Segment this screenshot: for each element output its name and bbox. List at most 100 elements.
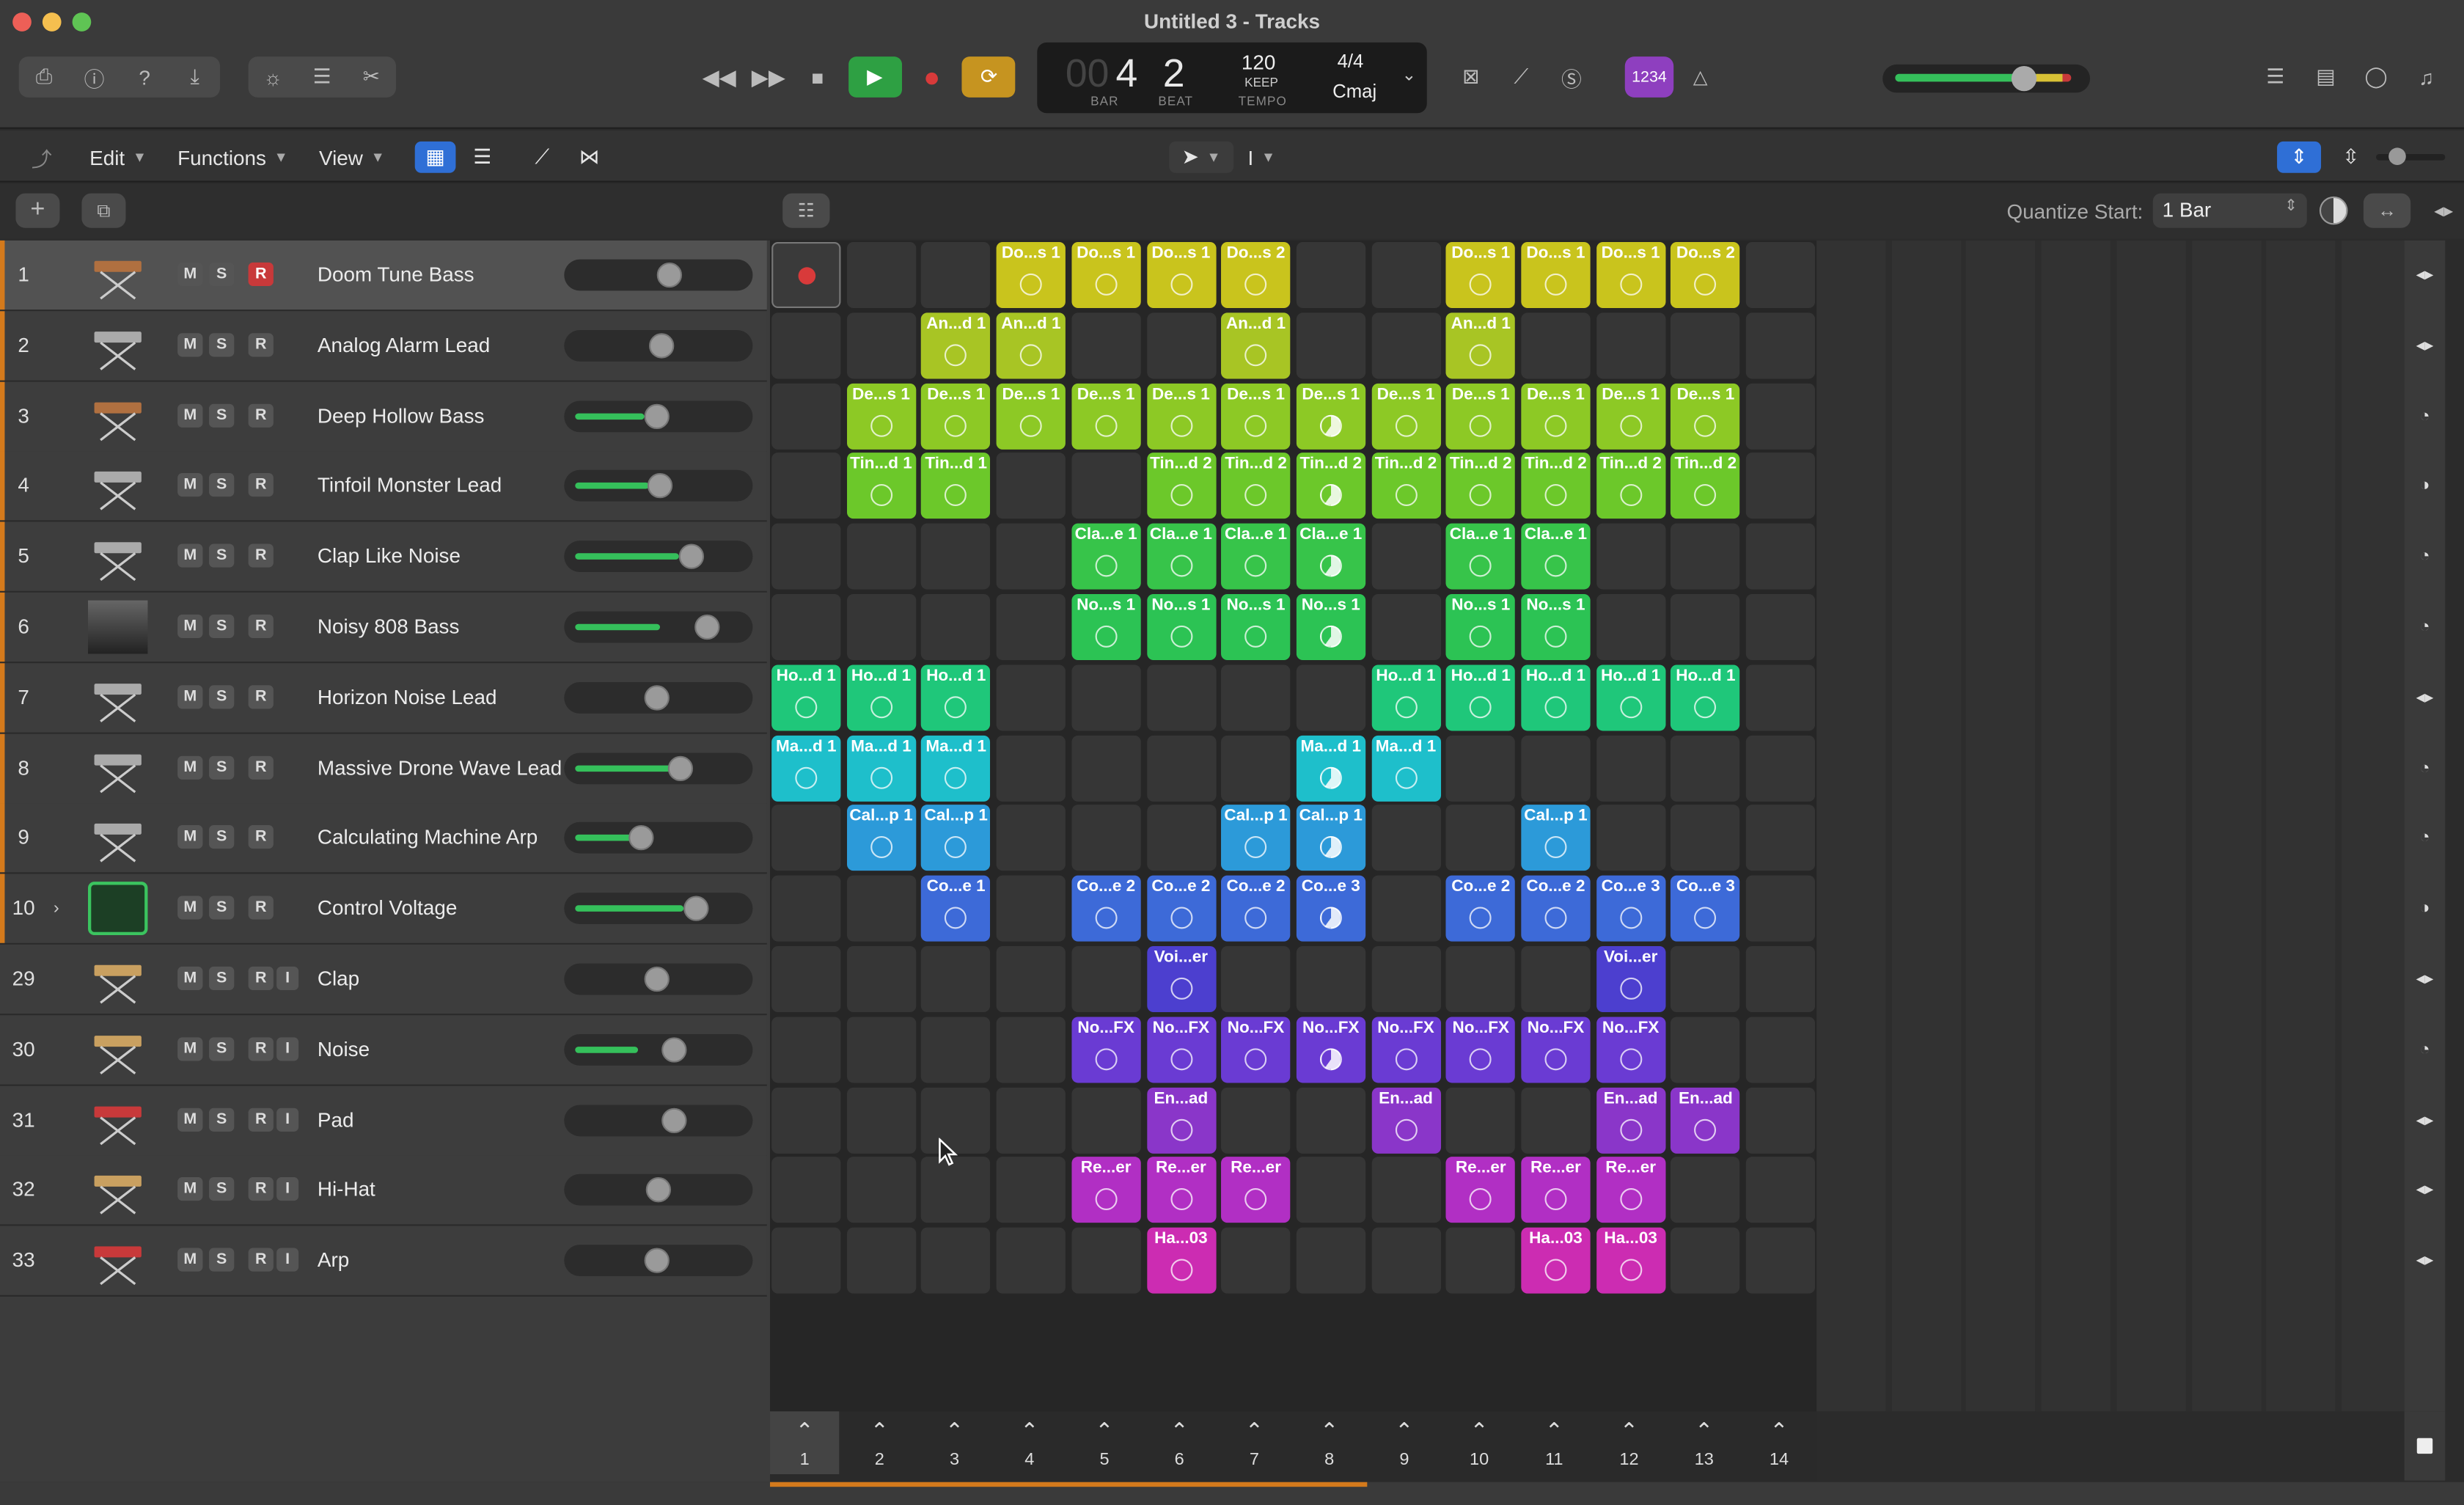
clip-cell[interactable]: De...s 1 [921,382,991,449]
empty-slot[interactable] [1745,312,1816,379]
volume-knob[interactable] [644,966,670,992]
clip-cell[interactable]: Cal...p 1 [1521,805,1591,872]
clip-cell[interactable]: Ho...d 1 [846,664,916,731]
mute-button[interactable]: M [177,1177,203,1202]
clip-cell[interactable]: Re...er [1446,1157,1516,1224]
record-enable-button[interactable]: R [248,755,274,780]
clip-cell[interactable]: Do...s 1 [1071,242,1141,309]
clip-cell[interactable]: An...d 1 [1221,312,1291,379]
clip-cell[interactable]: Ho...d 1 [771,664,841,731]
empty-slot[interactable] [1745,1087,1816,1154]
empty-slot[interactable] [1671,946,1741,1013]
empty-slot[interactable] [1596,594,1665,661]
clip-cell[interactable]: No...FX [1596,1017,1665,1083]
empty-slot[interactable] [1745,594,1816,661]
track-row[interactable]: 29 M S R I Clap [0,944,767,1016]
add-track-button[interactable]: + [15,193,60,228]
track-row[interactable]: 8 M S R Massive Drone Wave Lead [0,733,767,805]
empty-slot[interactable] [771,1228,841,1295]
download-icon[interactable]: ⤓ [176,65,213,89]
record-enable-button[interactable]: R [248,403,274,427]
volume-knob[interactable] [678,543,704,570]
volume-fader[interactable] [564,1104,753,1136]
empty-slot[interactable] [1596,312,1665,379]
scene-trigger[interactable]: ⌃ 13 [1670,1411,1739,1474]
empty-slot[interactable] [846,1228,916,1295]
record-slot-icon[interactable] [798,267,816,285]
empty-slot[interactable] [1371,594,1441,661]
clip-cell[interactable]: No...FX [1446,1017,1516,1083]
empty-slot[interactable] [1296,946,1365,1013]
clip-cell[interactable]: Ho...d 1 [1596,664,1665,731]
fit-width-icon[interactable]: ↔ [2363,193,2411,228]
empty-slot[interactable] [1671,1157,1741,1224]
track-row[interactable]: 31 M S R I Pad [0,1085,767,1157]
zoom-arrows-icon[interactable]: ⇳ [2335,142,2366,173]
empty-slot[interactable] [1745,664,1816,731]
track-row[interactable]: 7 M S R Horizon Noise Lead [0,662,767,734]
empty-slot[interactable] [1371,312,1441,379]
empty-slot[interactable] [921,1228,991,1295]
scene-trigger[interactable]: ⌃ 1 [770,1411,840,1475]
input-monitor-button[interactable]: I [276,1036,299,1061]
volume-knob[interactable] [649,332,675,359]
empty-slot[interactable] [1371,946,1441,1013]
clip-cell[interactable]: Tin...d 1 [921,453,991,519]
empty-slot[interactable] [1745,946,1816,1013]
empty-slot[interactable] [921,242,991,309]
mute-button[interactable]: M [177,614,203,639]
clip-cell[interactable]: No...s 1 [1146,594,1216,661]
volume-knob[interactable] [683,896,709,922]
solo-button[interactable]: S [209,1177,235,1202]
clip-cell[interactable]: No...s 1 [1221,594,1291,661]
clip-cell[interactable]: Do...s 2 [1221,242,1291,309]
empty-slot[interactable] [846,312,916,379]
vertical-zoom-icon[interactable]: ⇕ [2277,141,2322,173]
empty-slot[interactable] [996,805,1066,872]
scene-trigger[interactable]: ⌃ 7 [1220,1411,1288,1474]
empty-slot[interactable] [996,946,1066,1013]
half-circle-icon[interactable]: ◔ [2406,381,2443,450]
empty-slot[interactable] [771,875,841,942]
empty-slot[interactable] [1071,946,1141,1013]
empty-slot[interactable] [771,594,841,661]
clip-cell[interactable]: Ho...d 1 [921,664,991,731]
clip-cell[interactable]: Cal...p 1 [846,805,916,872]
volume-fader[interactable] [564,752,753,784]
clip-cell[interactable]: Ho...d 1 [1671,664,1741,731]
clip-cell[interactable]: Tin...d 2 [1371,453,1441,519]
empty-slot[interactable] [1745,805,1816,872]
record-enable-button[interactable]: R [248,262,274,287]
record-enable-button[interactable]: R [248,543,274,568]
empty-slot[interactable] [771,382,841,449]
half-circle-icon[interactable]: ◔ [2406,522,2443,591]
volume-knob[interactable] [661,1036,688,1063]
empty-slot[interactable] [996,1157,1066,1224]
replace-icon[interactable]: ⊠ [1452,65,1489,89]
empty-slot[interactable] [1296,312,1365,379]
input-monitor-button[interactable]: I [276,1177,299,1202]
volume-knob[interactable] [645,1177,672,1204]
mute-button[interactable]: M [177,332,203,357]
clip-cell[interactable]: Do...s 2 [1671,242,1741,309]
empty-slot[interactable] [1521,1087,1591,1154]
empty-slot[interactable] [771,453,841,519]
lcd-display[interactable]: 00 4 2 BAR BEAT 120 KEEP TEMPO 4/4 Cmaj … [1037,42,1427,114]
loops-icon[interactable]: ◯ [2357,65,2394,89]
mixer-icon[interactable]: ☰ [304,65,341,89]
automation-icon[interactable]: ⟋ [521,142,562,173]
empty-slot[interactable] [771,312,841,379]
clip-cell[interactable]: Tin...d 2 [1446,453,1516,519]
clip-cell[interactable]: Voi...er [1146,946,1216,1013]
stop-all-icon[interactable] [2416,1438,2433,1454]
clip-cell[interactable]: Cla...e 1 [1221,523,1291,590]
clip-cell[interactable]: En...ad [1596,1087,1665,1154]
volume-knob[interactable] [628,825,653,852]
clip-cell[interactable]: Ha...03 [1596,1228,1665,1295]
empty-slot[interactable] [771,523,841,590]
clip-cell[interactable]: De...s 1 [1221,382,1291,449]
empty-slot[interactable] [1071,1087,1141,1154]
clip-cell[interactable]: De...s 1 [1521,382,1591,449]
edit-menu[interactable]: Edit ▼ [77,142,159,173]
solo-button[interactable]: S [209,825,235,850]
